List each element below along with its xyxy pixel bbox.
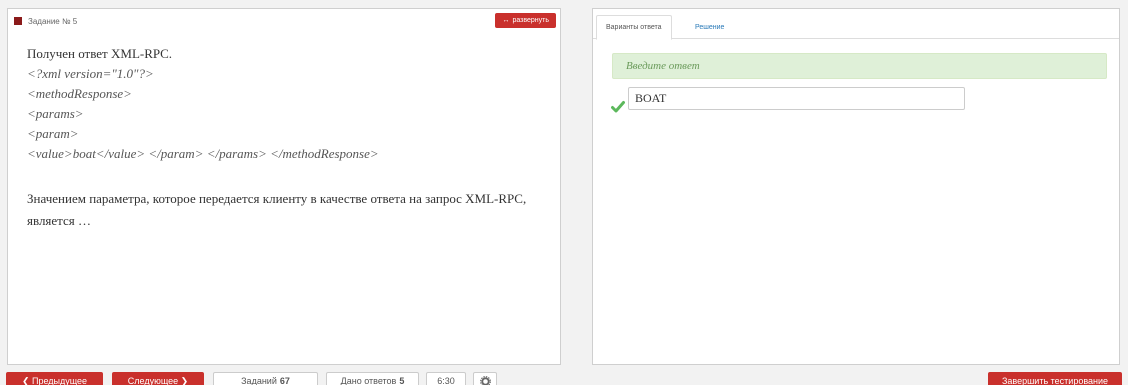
task-question: Значением параметра, которое передается …: [27, 191, 527, 228]
next-label: Следующее: [127, 376, 179, 385]
tab-solution[interactable]: Решение: [686, 15, 733, 40]
task-code-line: <param>: [27, 126, 79, 141]
task-line: Получен ответ XML-RPC.: [27, 46, 173, 61]
finish-test-button[interactable]: Завершить тестирование: [988, 372, 1122, 385]
tasks-label: Заданий: [241, 376, 277, 385]
answer-prompt: Введите ответ: [612, 53, 1107, 79]
answer-panel: Варианты ответа Решение Введите ответ: [592, 8, 1120, 365]
answered-label: Дано ответов: [340, 376, 397, 385]
check-icon: [611, 101, 625, 113]
settings-button[interactable]: [473, 372, 497, 385]
gear-icon: [479, 375, 491, 385]
task-title: Задание № 5: [28, 16, 78, 26]
chevron-left-icon: ❮: [21, 375, 32, 385]
task-text: Получен ответ XML-RPC. <?xml version="1.…: [27, 44, 544, 232]
expand-label: развернуть: [512, 17, 549, 24]
tab-answer-options[interactable]: Варианты ответа: [596, 15, 672, 40]
task-code-line: <value>boat</value> </param> </params> <…: [27, 146, 379, 161]
task-header: Задание № 5: [14, 14, 77, 28]
task-code-line: <?xml version="1.0"?>: [27, 66, 154, 81]
answer-input[interactable]: [628, 87, 965, 110]
task-code-line: <params>: [27, 106, 84, 121]
chevron-right-icon: ❯: [178, 375, 189, 385]
tasks-count: 67: [279, 376, 290, 385]
answer-tabs: Варианты ответа Решение: [593, 9, 1119, 40]
answered-count: 5: [399, 376, 405, 385]
test-page: Задание № 5 ↔ развернуть Получен ответ X…: [0, 0, 1128, 385]
tasks-count-badge: Заданий 67: [213, 372, 318, 385]
previous-button[interactable]: ❮ Предыдущее: [6, 372, 103, 385]
answered-count-badge: Дано ответов 5: [326, 372, 419, 385]
expand-button[interactable]: ↔ развернуть: [495, 13, 556, 28]
timer: 6:30: [426, 372, 466, 385]
task-panel: Задание № 5 ↔ развернуть Получен ответ X…: [7, 8, 561, 365]
task-code-line: <methodResponse>: [27, 86, 132, 101]
previous-label: Предыдущее: [31, 376, 88, 385]
next-button[interactable]: Следующее ❯: [112, 372, 204, 385]
expand-arrows-icon: ↔: [502, 17, 510, 24]
task-marker-icon: [14, 17, 22, 25]
